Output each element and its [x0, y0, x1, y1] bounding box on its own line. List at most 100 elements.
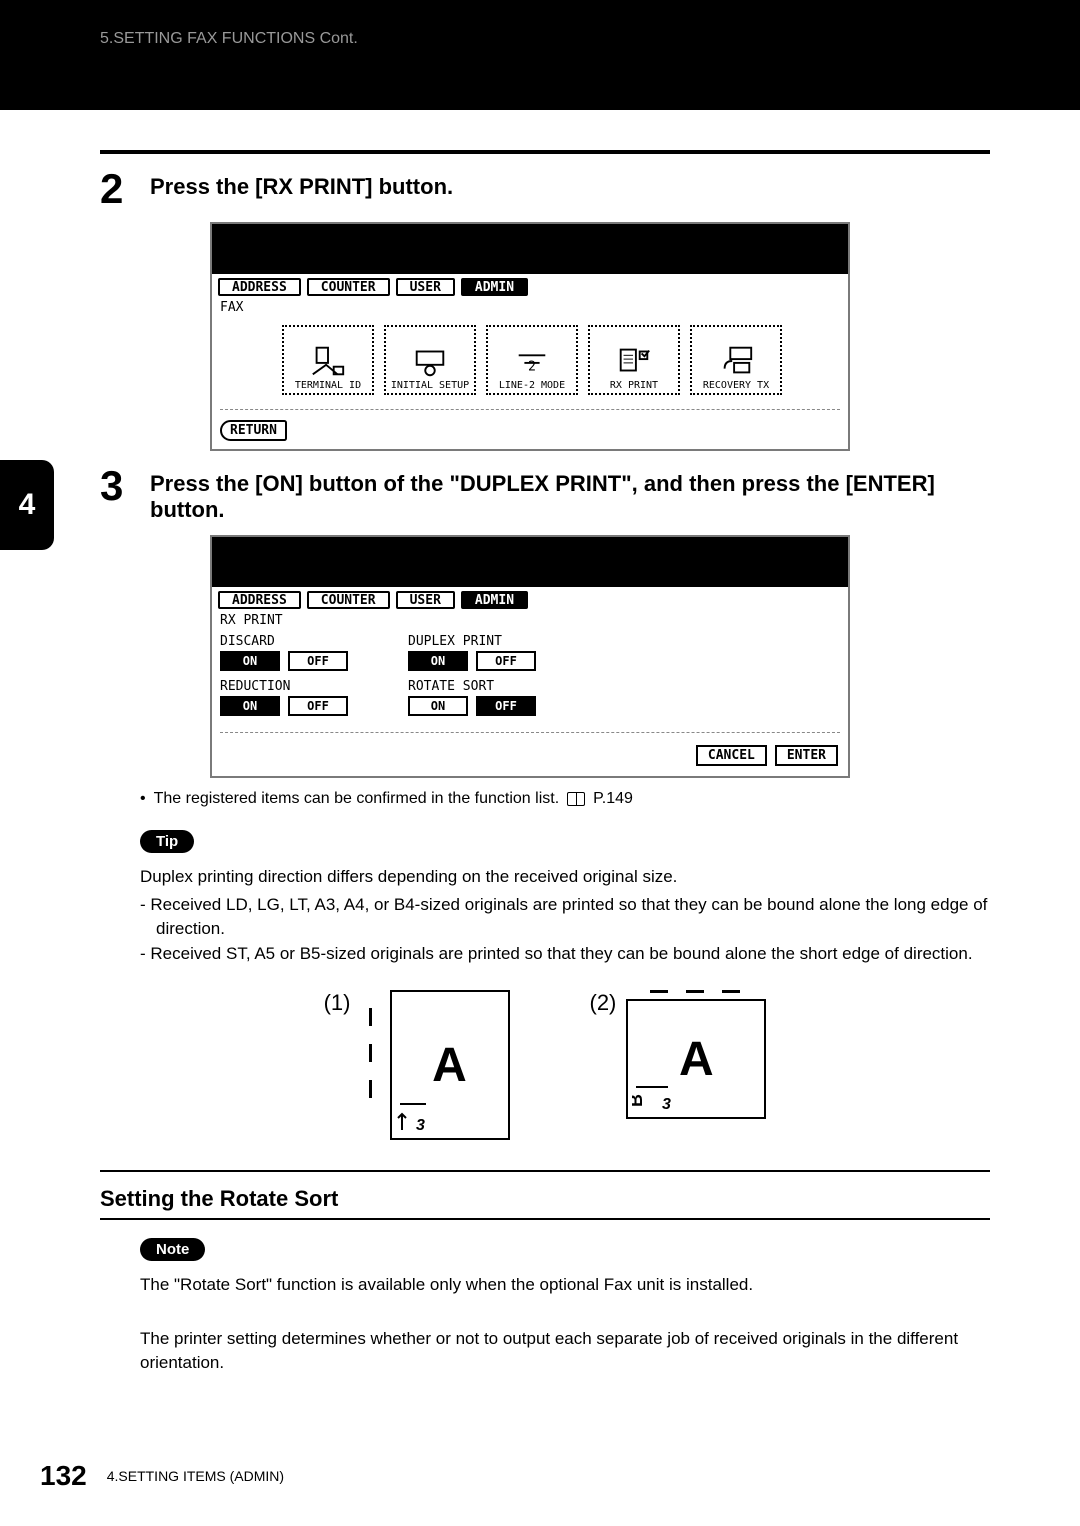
tip-badge: Tip — [140, 830, 194, 853]
screen-tabs: ADDRESS COUNTER USER ADMIN — [212, 587, 848, 611]
flip-arrow-icon: B3 — [632, 1083, 672, 1113]
page-long-edge: A 3 — [390, 990, 510, 1140]
step-3: 3 Press the [ON] button of the "DUPLEX P… — [100, 465, 990, 523]
fax-icon-row: TERMINAL ID INITIAL SETUP 2 LINE-2 MODE … — [212, 317, 848, 403]
svg-text:2: 2 — [528, 360, 536, 375]
diagram-row: (1) A 3 (2) A B3 — [100, 990, 990, 1140]
return-button[interactable]: RETURN — [220, 420, 287, 441]
screen-rx-print: ADDRESS COUNTER USER ADMIN RX PRINT DISC… — [210, 535, 850, 778]
btn-label: RECOVERY TX — [703, 380, 769, 391]
flip-marks-vertical — [361, 990, 380, 1116]
btn-rx-print[interactable]: RX PRINT — [588, 325, 680, 395]
note-badge: Note — [140, 1238, 205, 1261]
diagram-2: (2) A B3 — [590, 990, 767, 1140]
btn-label: INITIAL SETUP — [391, 380, 469, 391]
btn-terminal-id[interactable]: TERMINAL ID — [282, 325, 374, 395]
reduction-off[interactable]: OFF — [288, 696, 348, 716]
tip-item-1: - Received LD, LG, LT, A3, A4, or B4-siz… — [156, 893, 990, 941]
rule — [100, 1170, 990, 1172]
book-icon — [567, 792, 585, 806]
tab-user[interactable]: USER — [396, 591, 455, 609]
page-glyph: A — [679, 1032, 714, 1087]
rule — [100, 150, 990, 154]
section-body: The printer setting determines whether o… — [140, 1327, 990, 1375]
page: 5.SETTING FAX FUNCTIONS Cont. 4 2 Press … — [0, 0, 1080, 1526]
svg-text:3: 3 — [662, 1096, 671, 1113]
screen-blank-top — [212, 224, 848, 274]
section-title: Setting the Rotate Sort — [100, 1186, 990, 1212]
duplex-on[interactable]: ON — [408, 651, 468, 671]
tab-admin[interactable]: ADMIN — [461, 591, 528, 609]
tab-address[interactable]: ADDRESS — [218, 278, 301, 296]
discard-off[interactable]: OFF — [288, 651, 348, 671]
confirm-note: • The registered items can be confirmed … — [140, 790, 990, 808]
page-glyph: A — [432, 1038, 467, 1093]
step-text: Press the [ON] button of the "DUPLEX PRI… — [150, 465, 990, 523]
tab-counter[interactable]: COUNTER — [307, 278, 390, 296]
diagram-1-label: (1) — [324, 990, 351, 1016]
screen-sub-fax: FAX — [212, 298, 848, 317]
page-short-edge: A B3 — [626, 999, 766, 1119]
flip-arrow-icon: 3 — [396, 1100, 430, 1134]
initial-setup-icon — [410, 342, 450, 380]
step-number: 3 — [100, 465, 150, 523]
header-bar: 5.SETTING FAX FUNCTIONS Cont. — [0, 0, 1080, 110]
enter-button[interactable]: ENTER — [775, 745, 838, 766]
step-text: Press the [RX PRINT] button. — [150, 168, 990, 210]
screen-sub-rxprint: RX PRINT — [212, 611, 848, 630]
page-footer: 132 4.SETTING ITEMS (ADMIN) — [40, 1460, 284, 1492]
tab-user[interactable]: USER — [396, 278, 455, 296]
options-left: DISCARD ON OFF REDUCTION ON OFF — [220, 634, 348, 722]
tab-admin[interactable]: ADMIN — [461, 278, 528, 296]
content-area: 2 Press the [RX PRINT] button. ADDRESS C… — [0, 110, 1080, 1419]
duplex-off[interactable]: OFF — [476, 651, 536, 671]
divider — [220, 409, 840, 410]
rotatesort-off[interactable]: OFF — [476, 696, 536, 716]
svg-text:B: B — [632, 1094, 646, 1107]
note-text: The "Rotate Sort" function is available … — [140, 1273, 990, 1297]
screen-tabs: ADDRESS COUNTER USER ADMIN — [212, 274, 848, 298]
btn-initial-setup[interactable]: INITIAL SETUP — [384, 325, 476, 395]
flip-marks-horizontal — [626, 990, 766, 993]
reduction-on[interactable]: ON — [220, 696, 280, 716]
bullet: • — [140, 790, 146, 808]
svg-text:3: 3 — [416, 1117, 425, 1134]
recovery-tx-icon — [716, 342, 756, 380]
terminal-id-icon — [308, 342, 348, 380]
options-right: DUPLEX PRINT ON OFF ROTATE SORT ON OFF — [408, 634, 536, 722]
btn-recovery-tx[interactable]: RECOVERY TX — [690, 325, 782, 395]
tab-counter[interactable]: COUNTER — [307, 591, 390, 609]
chapter-tab: 4 — [0, 460, 54, 550]
btn-label: RX PRINT — [610, 380, 658, 391]
tab-address[interactable]: ADDRESS — [218, 591, 301, 609]
divider — [220, 732, 840, 733]
btn-label: LINE-2 MODE — [499, 380, 565, 391]
tip-item-2: - Received ST, A5 or B5-sized originals … — [156, 942, 990, 966]
step-number: 2 — [100, 168, 150, 210]
label-discard: DISCARD — [220, 634, 348, 649]
btn-line-2-mode[interactable]: 2 LINE-2 MODE — [486, 325, 578, 395]
footer-text: 4.SETTING ITEMS (ADMIN) — [107, 1468, 284, 1484]
label-duplex: DUPLEX PRINT — [408, 634, 536, 649]
discard-on[interactable]: ON — [220, 651, 280, 671]
cancel-button[interactable]: CANCEL — [696, 745, 767, 766]
step-2: 2 Press the [RX PRINT] button. — [100, 168, 990, 210]
screen-fax-menu: ADDRESS COUNTER USER ADMIN FAX TERMINAL … — [210, 222, 850, 451]
screen-blank-top — [212, 537, 848, 587]
page-number: 132 — [40, 1460, 87, 1492]
tip-intro: Duplex printing direction differs depend… — [140, 865, 990, 889]
rx-print-icon — [614, 342, 654, 380]
header-breadcrumb: 5.SETTING FAX FUNCTIONS Cont. — [100, 30, 358, 47]
rule — [100, 1218, 990, 1220]
options-area: DISCARD ON OFF REDUCTION ON OFF DUPLEX P… — [212, 630, 848, 726]
btn-label: TERMINAL ID — [295, 380, 361, 391]
diagram-1: (1) A 3 — [324, 990, 510, 1140]
line2-mode-icon: 2 — [512, 342, 552, 380]
confirm-note-text: The registered items can be confirmed in… — [154, 790, 560, 808]
diagram-2-label: (2) — [590, 990, 617, 1016]
confirm-note-ref: P.149 — [593, 790, 633, 808]
dialog-buttons: CANCEL ENTER — [212, 739, 848, 776]
rotatesort-on[interactable]: ON — [408, 696, 468, 716]
label-reduction: REDUCTION — [220, 679, 348, 694]
label-rotatesort: ROTATE SORT — [408, 679, 536, 694]
